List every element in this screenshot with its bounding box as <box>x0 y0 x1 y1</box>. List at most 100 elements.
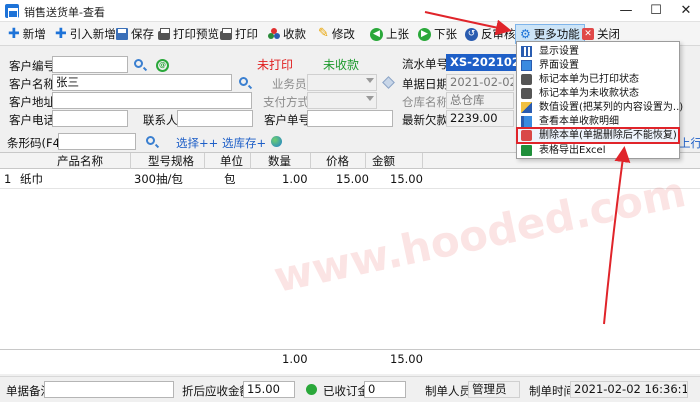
menu-display-settings[interactable]: 显示设置 <box>517 44 679 59</box>
search-icon[interactable] <box>146 136 155 145</box>
search-icon[interactable] <box>239 77 248 86</box>
col-unit[interactable]: 单位 <box>220 153 243 169</box>
deposit-input[interactable]: 0 <box>364 381 406 398</box>
menu-item-label: 查看本单收款明细 <box>539 116 619 127</box>
time-label: 制单时间 <box>529 384 575 398</box>
menu-item-label: 数值设置(把某列的内容设置为..) <box>539 102 684 113</box>
payment-select[interactable] <box>307 92 377 109</box>
warehouse-label: 仓库名称 <box>402 95 448 109</box>
menu-receipt-details[interactable]: 查看本单收款明细 <box>517 114 679 129</box>
edit-button[interactable]: ✎ 修改 <box>318 24 355 44</box>
print-label: 打印 <box>235 27 258 41</box>
date-input[interactable]: 2021-02-02 <box>446 74 514 91</box>
barcode-label: 条形码(F4) <box>7 136 65 150</box>
customer-name-label: 客户名称 <box>9 77 55 91</box>
menu-item-label: 显示设置 <box>539 46 579 57</box>
totals-row: 1.00 15.00 <box>0 349 700 366</box>
customer-name-input[interactable]: 张三 <box>52 74 232 91</box>
print-preview-button[interactable]: 打印预览 <box>158 24 219 44</box>
barcode-input[interactable] <box>58 133 136 150</box>
receipt-button[interactable]: 收款 <box>268 24 306 44</box>
latest-debt-label: 最新欠款 <box>402 113 448 127</box>
receipt-status-label: 未收款 <box>323 58 360 72</box>
customer-phone-label: 客户电话 <box>9 113 55 127</box>
row-spec[interactable]: 300抽/包 <box>134 171 183 187</box>
next-button[interactable]: ▶ 下张 <box>418 24 457 44</box>
print-button[interactable]: 打印 <box>220 24 258 44</box>
col-product-name[interactable]: 产品名称 <box>57 153 103 169</box>
unreview-button[interactable]: ↺ 反审核 <box>465 24 516 44</box>
edit-icon: ✎ <box>318 26 329 41</box>
next-label: 下张 <box>434 27 457 41</box>
close-window-button[interactable]: ✕ <box>672 0 700 22</box>
deposit-label: 已收订金 <box>323 384 369 398</box>
footer-bar: 单据备注 折后应收金额 15.00 已收订金 0 制单人员 管理员 制单时间 2… <box>0 376 700 402</box>
total-qty: 1.00 <box>282 352 308 366</box>
customer-add-icon[interactable]: @ <box>156 59 169 72</box>
arrow-left-icon: ◀ <box>370 27 383 41</box>
customer-phone-input[interactable] <box>52 110 128 127</box>
print-preview-label: 打印预览 <box>173 27 219 41</box>
printer-icon <box>158 28 170 40</box>
cut-off-link[interactable]: 上行 <box>679 135 700 151</box>
warehouse-input[interactable]: 总仓库 <box>446 92 514 109</box>
maker-label: 制单人员 <box>425 384 471 398</box>
serial-input[interactable]: XS-20210200 <box>446 54 520 71</box>
salesman-select[interactable] <box>307 74 377 91</box>
prev-button[interactable]: ◀ 上张 <box>370 24 409 44</box>
customer-code-input[interactable] <box>52 56 128 73</box>
time-input: 2021-02-02 16:36:13 <box>570 381 688 398</box>
row-index: 1 <box>4 172 12 186</box>
contact-input[interactable] <box>177 110 253 127</box>
minimize-button[interactable]: — <box>612 0 640 22</box>
discount-input[interactable]: 15.00 <box>243 381 295 398</box>
search-icon[interactable] <box>134 59 143 68</box>
row-product-name[interactable]: 纸巾 <box>20 171 43 187</box>
app-icon <box>5 4 19 18</box>
customer-code-label: 客户编号 <box>9 59 55 73</box>
print-status-label: 未打印 <box>257 58 294 72</box>
serial-label: 流水单号 <box>402 57 448 71</box>
row-unit[interactable]: 包 <box>224 171 236 187</box>
arrow-right-icon: ▶ <box>418 27 431 41</box>
more-functions-menu: 显示设置 界面设置 标记本单为已打印状态 标记本单为未收款状态 数值设置(把某列… <box>516 41 683 159</box>
row-qty[interactable]: 1.00 <box>282 171 308 187</box>
grid-icon <box>521 46 532 57</box>
menu-mark-printed[interactable]: 标记本单为已打印状态 <box>517 72 679 87</box>
new-button[interactable]: ✚ 新增 <box>8 24 46 44</box>
import-new-button[interactable]: ✚ 引入新增 <box>55 24 116 44</box>
chevron-down-icon <box>366 78 374 83</box>
row-price[interactable]: 15.00 <box>336 171 369 187</box>
prev-label: 上张 <box>386 27 409 41</box>
row-amount[interactable]: 15.00 <box>390 171 423 187</box>
menu-mark-unpaid[interactable]: 标记本单为未收款状态 <box>517 86 679 101</box>
save-icon <box>116 28 128 40</box>
window-title: 销售送货单-查看 <box>24 6 105 19</box>
customer-address-label: 客户地址 <box>9 95 55 109</box>
remark-input[interactable] <box>44 381 174 398</box>
unreview-label: 反审核 <box>481 27 516 41</box>
col-price[interactable]: 价格 <box>326 153 349 169</box>
customer-order-input[interactable] <box>307 110 393 127</box>
menu-item-label: 标记本单为未收款状态 <box>539 88 639 99</box>
maker-input: 管理员 <box>468 381 520 398</box>
select-more-link[interactable]: 选择++ <box>176 135 218 151</box>
diamond-icon[interactable] <box>382 76 395 89</box>
printer-icon <box>521 74 532 85</box>
menu-value-settings[interactable]: 数值设置(把某列的内容设置为..) <box>517 100 683 115</box>
more-label: 更多功能 <box>533 27 580 41</box>
menu-delete-document[interactable]: 删除本单(单据删除后不能恢复) <box>516 127 680 144</box>
delete-icon <box>521 130 532 141</box>
plus-icon: ✚ <box>55 26 67 42</box>
col-amount[interactable]: 金额 <box>372 153 395 169</box>
gears-icon: ⚙ <box>520 27 531 41</box>
maximize-button[interactable]: ☐ <box>642 0 670 22</box>
col-spec[interactable]: 型号规格 <box>148 153 194 169</box>
customer-address-input[interactable] <box>52 92 252 109</box>
globe-icon[interactable] <box>271 136 282 147</box>
menu-export-excel[interactable]: 表格导出Excel <box>517 143 679 158</box>
menu-interface-settings[interactable]: 界面设置 <box>517 58 679 73</box>
save-button[interactable]: 保存 <box>116 24 154 44</box>
col-qty[interactable]: 数量 <box>268 153 291 169</box>
select-stock-link[interactable]: 选库存+ <box>222 135 266 151</box>
